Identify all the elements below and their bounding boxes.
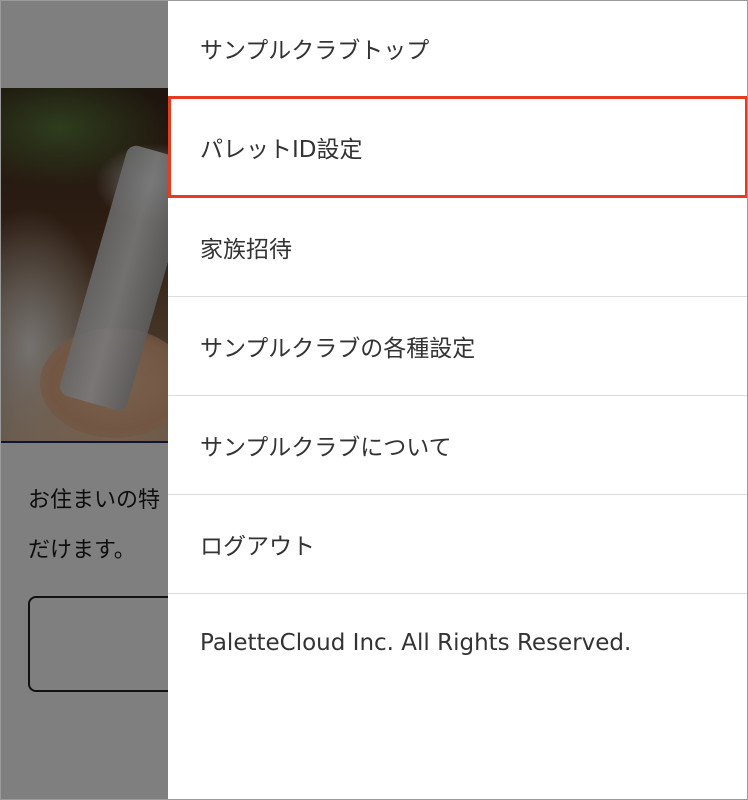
- menu-item-label: ログアウト: [200, 534, 315, 560]
- menu-item-label: サンプルクラブトップ: [200, 38, 430, 64]
- menu-list: サンプルクラブトップ パレットID設定 家族招待 サンプルクラブの各種設定 サン…: [168, 0, 748, 594]
- menu-item-label: 家族招待: [200, 237, 292, 263]
- menu-item-logout[interactable]: ログアウト: [168, 495, 748, 594]
- menu-item-about-club[interactable]: サンプルクラブについて: [168, 396, 748, 495]
- menu-item-label: サンプルクラブの各種設定: [200, 336, 476, 362]
- menu-item-label: パレットID設定: [200, 137, 363, 163]
- menu-item-family-invite[interactable]: 家族招待: [168, 198, 748, 297]
- menu-item-palette-id-settings[interactable]: パレットID設定: [168, 96, 748, 198]
- menu-item-label: サンプルクラブについて: [200, 435, 452, 461]
- copyright-text: PaletteCloud Inc. All Rights Reserved.: [200, 630, 632, 656]
- menu-item-club-settings[interactable]: サンプルクラブの各種設定: [168, 297, 748, 396]
- drawer-menu: サンプルクラブトップ パレットID設定 家族招待 サンプルクラブの各種設定 サン…: [168, 0, 748, 800]
- menu-item-club-top[interactable]: サンプルクラブトップ: [168, 0, 748, 97]
